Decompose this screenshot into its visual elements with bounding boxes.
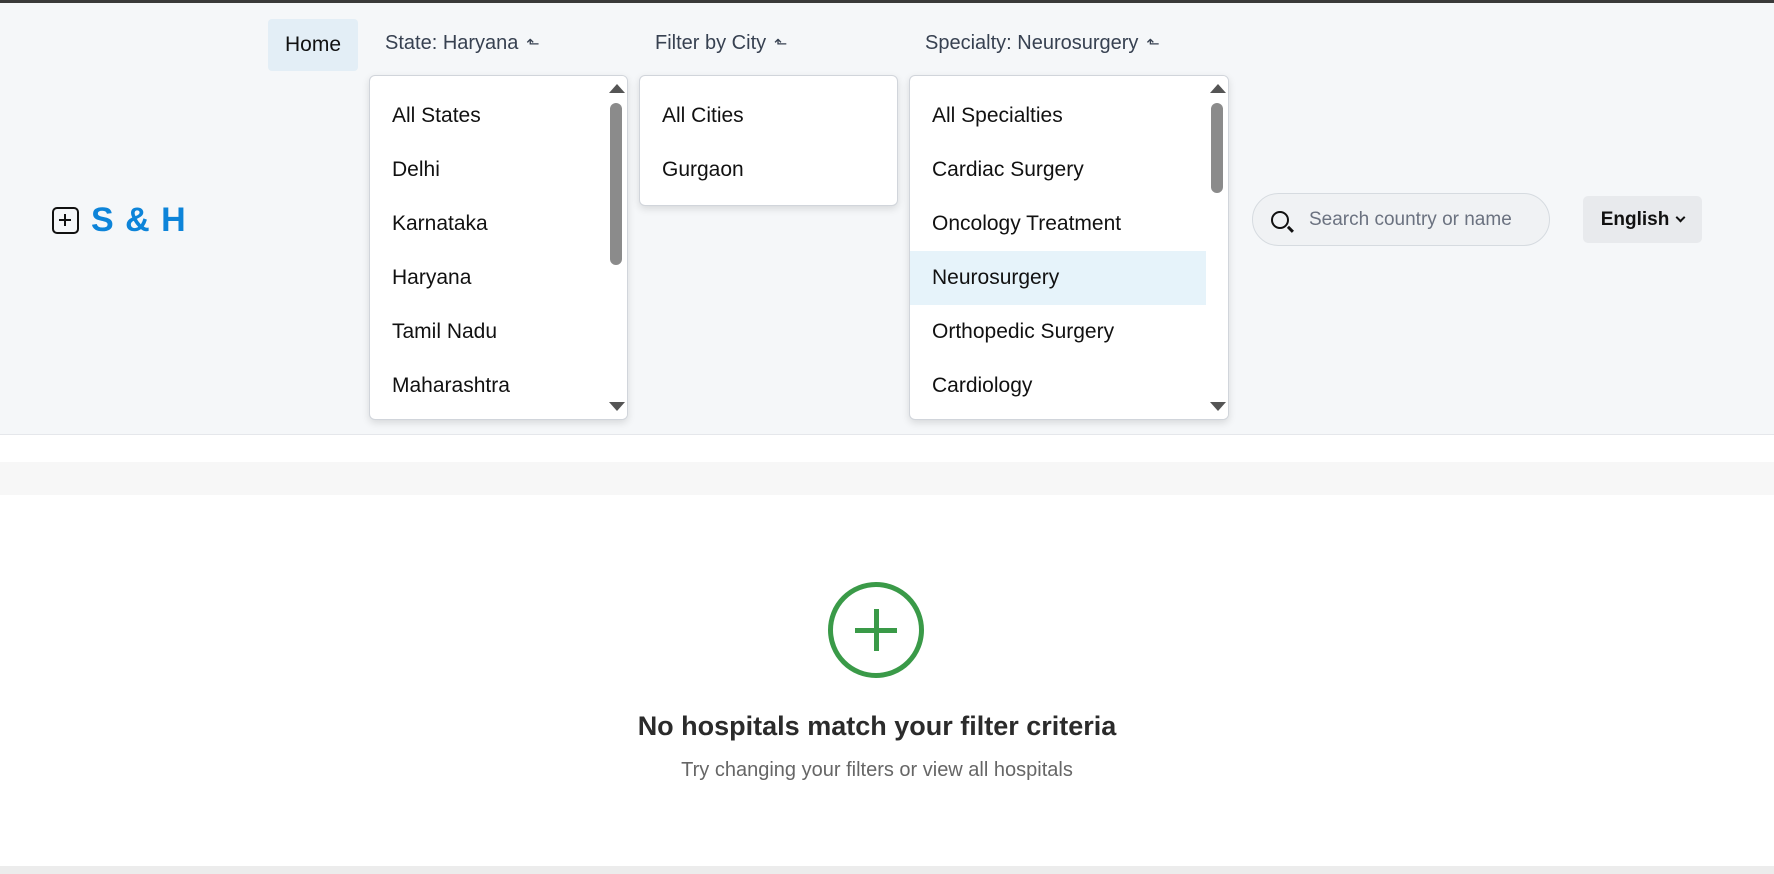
- search-icon: [1271, 210, 1289, 229]
- specialty-option-oncology[interactable]: Oncology Treatment: [910, 197, 1206, 251]
- city-filter-trigger[interactable]: Filter by City ⬑: [655, 32, 788, 55]
- language-selector[interactable]: English: [1583, 196, 1702, 243]
- scroll-down-icon[interactable]: [609, 402, 625, 411]
- empty-state-title: No hospitals match your filter criteria: [637, 711, 1117, 741]
- section-divider: [0, 462, 1774, 495]
- specialty-dropdown-scrollbar[interactable]: [1206, 76, 1228, 419]
- return-arrow-icon: ⬑: [774, 35, 788, 53]
- nav-home-link[interactable]: Home: [268, 19, 358, 71]
- language-label: English: [1600, 208, 1670, 230]
- specialty-option-all[interactable]: All Specialties: [910, 89, 1206, 143]
- specialty-option-cardiac-surgery[interactable]: Cardiac Surgery: [910, 143, 1206, 197]
- scroll-up-icon[interactable]: [609, 84, 625, 93]
- scroll-down-icon[interactable]: [1210, 402, 1226, 411]
- specialty-filter-trigger[interactable]: Specialty: Neurosurgery ⬑: [925, 32, 1160, 55]
- state-option-delhi[interactable]: Delhi: [370, 143, 627, 197]
- scroll-thumb[interactable]: [610, 103, 622, 265]
- city-filter-label: Filter by City: [655, 32, 767, 54]
- city-dropdown: All Cities Gurgaon: [639, 75, 898, 206]
- city-option-gurgaon[interactable]: Gurgaon: [640, 143, 897, 197]
- state-option-tamil-nadu[interactable]: Tamil Nadu: [370, 305, 627, 359]
- search-input[interactable]: [1309, 208, 1549, 231]
- specialty-option-cardiology[interactable]: Cardiology: [910, 359, 1206, 413]
- state-option-maharashtra[interactable]: Maharashtra: [370, 359, 627, 413]
- scroll-up-icon[interactable]: [1210, 84, 1226, 93]
- return-arrow-icon: ⬑: [526, 35, 540, 53]
- scroll-thumb[interactable]: [1211, 103, 1223, 193]
- specialty-filter-label: Specialty: Neurosurgery: [925, 32, 1139, 54]
- specialty-dropdown: All Specialties Cardiac Surgery Oncology…: [909, 75, 1229, 420]
- plus-circle-icon: [828, 582, 924, 678]
- return-arrow-icon: ⬑: [1146, 35, 1160, 53]
- state-filter-label: State: Haryana: [385, 32, 519, 54]
- specialty-option-orthopedic[interactable]: Orthopedic Surgery: [910, 305, 1206, 359]
- chevron-down-icon: [1675, 212, 1686, 223]
- footer-border: [0, 866, 1774, 874]
- state-option-haryana[interactable]: Haryana: [370, 251, 627, 305]
- specialty-option-neurosurgery[interactable]: Neurosurgery: [910, 251, 1206, 305]
- plus-square-icon: [52, 207, 79, 234]
- logo-text: S & H: [91, 201, 187, 239]
- state-option-karnataka[interactable]: Karnataka: [370, 197, 627, 251]
- logo[interactable]: S & H: [52, 201, 187, 240]
- state-filter-trigger[interactable]: State: Haryana ⬑: [385, 32, 540, 55]
- search-box[interactable]: [1252, 193, 1550, 246]
- empty-state-subtitle: Try changing your filters or view all ho…: [681, 759, 1073, 781]
- state-dropdown: All States Delhi Karnataka Haryana Tamil…: [369, 75, 628, 420]
- state-option-all[interactable]: All States: [370, 89, 627, 143]
- city-option-all[interactable]: All Cities: [640, 89, 897, 143]
- state-dropdown-scrollbar[interactable]: [605, 76, 627, 419]
